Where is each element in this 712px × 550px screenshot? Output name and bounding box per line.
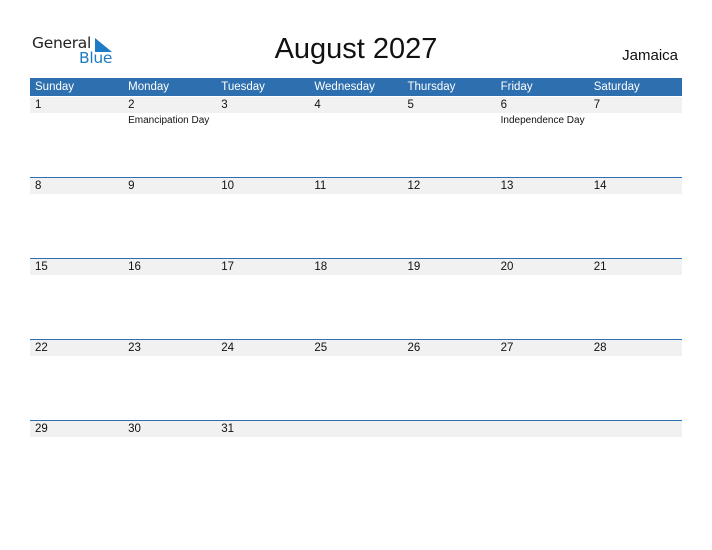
holiday-event xyxy=(216,275,309,276)
day-number: 6 xyxy=(500,99,508,111)
day-number: 1 xyxy=(35,99,42,111)
holiday-event xyxy=(30,113,123,127)
holiday-event xyxy=(123,356,216,357)
day-number: 27 xyxy=(500,342,514,354)
day-number: 28 xyxy=(593,342,607,354)
holiday-event xyxy=(403,275,496,276)
country-label: Jamaica xyxy=(622,47,678,64)
week-row: 1 2 3 4 5 6 7 Emancipation Day Independence Day xyxy=(30,96,682,177)
date-number-band: 15 16 17 18 19 20 21 xyxy=(30,259,682,275)
date-number-band: 1 2 3 4 5 6 7 xyxy=(30,97,682,113)
week-row: 29 30 31 xyxy=(30,420,682,501)
date-number-band: 29 30 31 xyxy=(30,421,682,437)
day-number: 20 xyxy=(500,261,514,273)
holiday-event xyxy=(403,194,496,195)
holiday-event xyxy=(403,113,496,127)
weekday-monday: Monday xyxy=(128,81,170,93)
day-number: 31 xyxy=(221,423,235,435)
holiday-event xyxy=(216,113,309,127)
date-number-band: 8 9 10 11 12 13 14 xyxy=(30,178,682,194)
day-number: 22 xyxy=(35,342,48,354)
holiday-event xyxy=(589,113,682,127)
day-number xyxy=(403,421,496,437)
day-number xyxy=(589,421,682,437)
holiday-event xyxy=(309,437,402,438)
date-number-band: 22 23 24 25 26 27 28 xyxy=(30,340,682,356)
day-number: 15 xyxy=(35,261,48,273)
day-number: 14 xyxy=(593,180,607,192)
holiday-event xyxy=(216,194,309,195)
week-row: 15 16 17 18 19 20 21 xyxy=(30,258,682,339)
weekday-wednesday: Wednesday xyxy=(314,81,375,93)
day-number: 9 xyxy=(128,180,135,192)
events-row xyxy=(30,356,682,357)
holiday-event xyxy=(496,275,589,276)
events-row xyxy=(30,437,682,438)
day-number: 21 xyxy=(593,261,607,273)
week-row: 8 9 10 11 12 13 14 xyxy=(30,177,682,258)
day-number: 3 xyxy=(221,99,228,111)
holiday-event xyxy=(123,194,216,195)
holiday-event xyxy=(216,356,309,357)
week-row: 22 23 24 25 26 27 28 xyxy=(30,339,682,420)
day-number: 18 xyxy=(314,261,328,273)
day-number xyxy=(309,421,402,437)
holiday-event xyxy=(216,437,309,438)
day-number: 2 xyxy=(128,99,135,111)
holiday-event xyxy=(30,275,123,276)
day-number: 26 xyxy=(407,342,421,354)
holiday-event xyxy=(30,356,123,357)
calendar-grid: Sunday Monday Tuesday Wednesday Thursday… xyxy=(30,78,682,501)
weekday-friday: Friday xyxy=(500,81,533,93)
holiday-event xyxy=(589,194,682,195)
weekday-saturday: Saturday xyxy=(593,81,640,93)
day-number: 8 xyxy=(35,180,42,192)
day-number: 13 xyxy=(500,180,514,192)
calendar-title: August 2027 xyxy=(274,33,438,65)
holiday-event: Independence Day xyxy=(500,115,585,126)
day-number: 5 xyxy=(407,99,414,111)
weeks-container: 1 2 3 4 5 6 7 Emancipation Day Independence Day 8… xyxy=(30,96,682,501)
day-number: 29 xyxy=(35,423,48,435)
day-number: 12 xyxy=(407,180,421,192)
day-number: 16 xyxy=(128,261,141,273)
weekday-thursday: Thursday xyxy=(407,81,456,93)
day-number: 17 xyxy=(221,261,235,273)
weekday-sunday: Sunday xyxy=(35,81,75,93)
holiday-event xyxy=(309,275,402,276)
events-row xyxy=(30,275,682,276)
holiday-event xyxy=(496,437,589,438)
holiday-event xyxy=(403,356,496,357)
day-number: 4 xyxy=(314,99,321,111)
day-number: 7 xyxy=(593,99,601,111)
holiday-event xyxy=(123,437,216,438)
holiday-event xyxy=(496,356,589,357)
holiday-event xyxy=(309,356,402,357)
day-number: 19 xyxy=(407,261,421,273)
day-number xyxy=(496,421,589,437)
holiday-event xyxy=(30,437,123,438)
holiday-event xyxy=(309,113,402,127)
holiday-event xyxy=(30,194,123,195)
holiday-event xyxy=(123,275,216,276)
holiday-event xyxy=(589,356,682,357)
holiday-event xyxy=(403,437,496,438)
events-row xyxy=(30,194,682,195)
holiday-event xyxy=(589,437,682,438)
day-number: 11 xyxy=(314,180,327,192)
holiday-event xyxy=(589,275,682,276)
weekday-tuesday: Tuesday xyxy=(221,81,265,93)
holiday-event xyxy=(496,194,589,195)
day-number: 10 xyxy=(221,180,235,192)
day-number: 30 xyxy=(128,423,141,435)
holiday-event xyxy=(309,194,402,195)
day-number: 24 xyxy=(221,342,235,354)
weekday-header-row: Sunday Monday Tuesday Wednesday Thursday… xyxy=(30,78,682,96)
day-number: 23 xyxy=(128,342,141,354)
day-number: 25 xyxy=(314,342,328,354)
events-row: Emancipation Day Independence Day xyxy=(30,113,682,127)
holiday-event: Emancipation Day xyxy=(128,115,210,126)
